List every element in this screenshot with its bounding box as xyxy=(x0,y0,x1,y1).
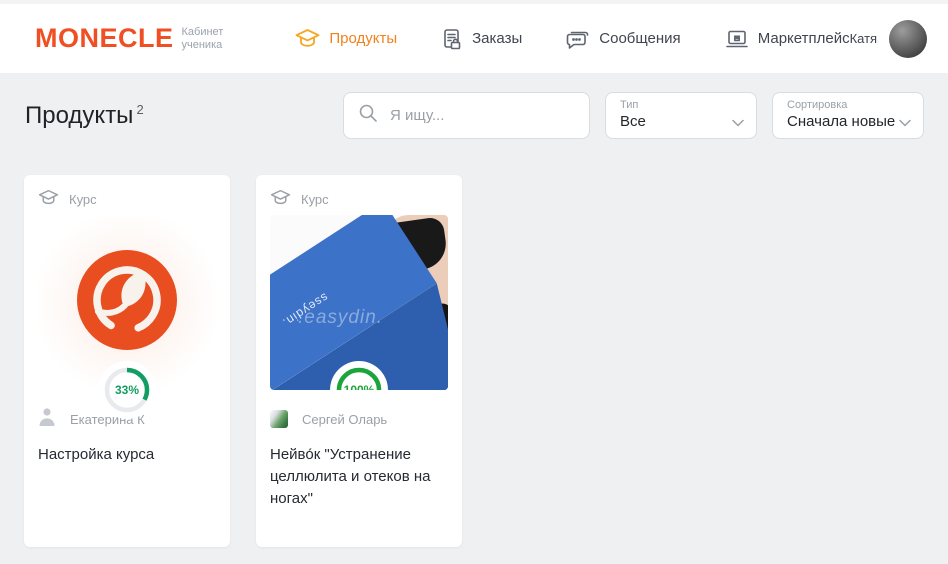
graduation-cap-icon xyxy=(270,189,291,209)
nav-item-marketplace[interactable]: Маркетплейс xyxy=(725,28,850,50)
nav-item-orders[interactable]: Заказы xyxy=(441,28,522,50)
card-type-label: Курс xyxy=(301,192,329,207)
marketplace-laptop-icon xyxy=(725,28,749,50)
author-row: Сергей Оларь xyxy=(270,408,448,430)
graduation-cap-icon xyxy=(38,189,59,209)
nav-label: Заказы xyxy=(472,30,522,47)
progress-percent-label: 100% xyxy=(333,364,385,390)
progress-badge: 100% xyxy=(333,364,385,390)
logo[interactable]: MONECLE Кабинет ученика xyxy=(35,23,223,54)
graduation-cap-icon xyxy=(295,28,320,49)
card-type-row: Курс xyxy=(270,187,448,211)
card-type-label: Курс xyxy=(69,192,97,207)
type-filter-dropdown[interactable]: Тип Все xyxy=(605,92,757,139)
course-title: Настройка курса xyxy=(38,444,216,466)
nav-item-products[interactable]: Продукты xyxy=(295,28,397,49)
photo-watermark-text: .easydin. xyxy=(298,307,383,329)
chevron-down-icon xyxy=(732,114,744,132)
progress-badge: 33% xyxy=(101,364,153,416)
filter-label: Сортировка xyxy=(787,99,911,111)
nav-label: Сообщения xyxy=(599,30,680,47)
logo-subtitle: Кабинет ученика xyxy=(182,26,224,52)
filter-label: Тип xyxy=(620,99,744,111)
header: MONECLE Кабинет ученика Продукты xyxy=(0,4,948,73)
product-card-neivok[interactable]: Курс sseydin. wok. .easydin. xyxy=(256,175,462,547)
page-title: Продукты2 xyxy=(25,102,144,130)
author-name: Сергей Оларь xyxy=(302,412,387,427)
card-type-row: Курс xyxy=(38,187,216,211)
course-title: Нейво́к "Устранение целлюлита и отеков н… xyxy=(270,444,448,510)
nav-label: Продукты xyxy=(329,30,397,47)
chat-bubble-icon xyxy=(566,28,590,50)
user-menu[interactable]: Катя xyxy=(850,20,928,58)
leaf-logo-icon xyxy=(75,248,179,357)
progress-percent-label: 33% xyxy=(101,364,153,416)
filter-value: Сначала новые xyxy=(787,113,911,130)
course-cover-image: 33% xyxy=(38,215,216,390)
sort-filter-dropdown[interactable]: Сортировка Сначала новые xyxy=(772,92,924,139)
orders-receipt-lock-icon xyxy=(441,28,463,50)
person-placeholder-icon xyxy=(38,406,56,432)
product-card-course-setup[interactable]: Курс xyxy=(24,175,230,547)
search-input[interactable] xyxy=(390,107,589,124)
filter-value: Все xyxy=(620,113,744,130)
products-count-badge: 2 xyxy=(136,102,143,117)
user-avatar xyxy=(889,20,927,58)
logo-wordmark: MONECLE xyxy=(35,23,174,54)
chevron-down-icon xyxy=(899,114,911,132)
nav-item-messages[interactable]: Сообщения xyxy=(566,28,680,50)
student-cabinet-page: MONECLE Кабинет ученика Продукты xyxy=(0,0,948,564)
search-box xyxy=(343,92,590,139)
nav-label: Маркетплейс xyxy=(758,30,850,47)
toolbar: Продукты2 Тип Все Сортировка Сначала нов… xyxy=(25,92,924,139)
course-cover-image: sseydin. wok. .easydin. 100% xyxy=(270,215,448,390)
author-avatar xyxy=(270,410,288,428)
user-name: Катя xyxy=(850,31,878,46)
main-nav: Продукты Заказы xyxy=(295,28,849,50)
search-icon xyxy=(358,103,378,128)
product-cards: Курс xyxy=(24,175,462,547)
